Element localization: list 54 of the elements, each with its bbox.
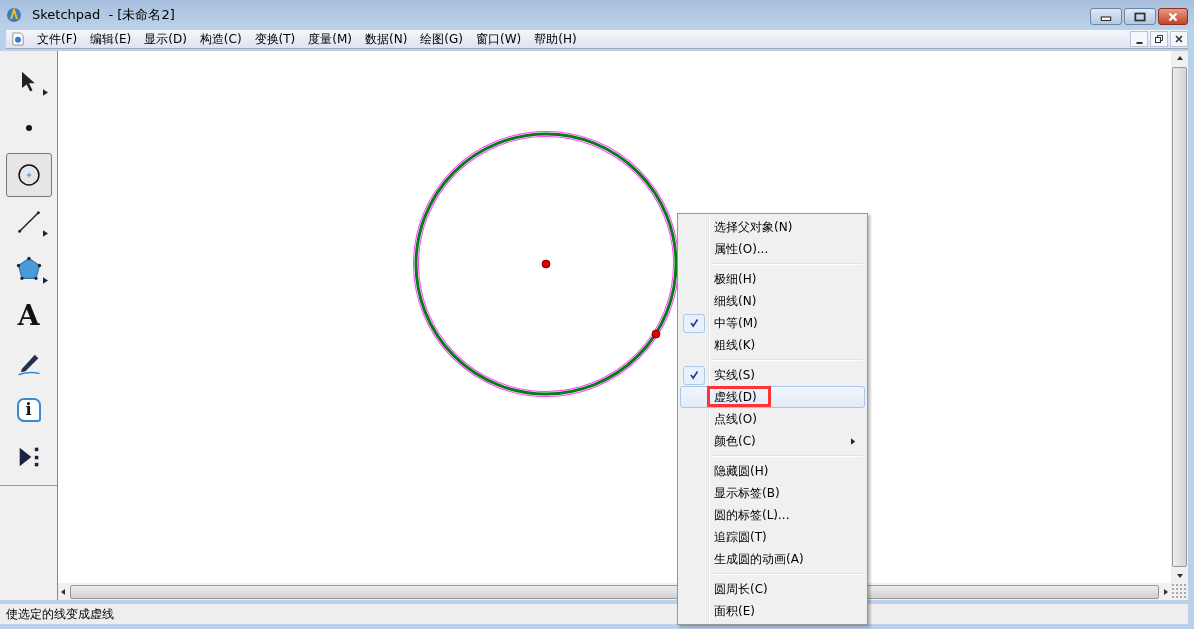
vertical-scrollbar[interactable] bbox=[1171, 51, 1188, 583]
menu-item[interactable]: 构造(C) bbox=[194, 30, 250, 48]
menu-item[interactable]: 生成圆的动画(A) bbox=[680, 548, 865, 570]
restore-icon bbox=[1154, 34, 1164, 44]
menu-item[interactable]: 颜色(C) bbox=[680, 430, 865, 452]
maximize-icon bbox=[1133, 11, 1147, 22]
status-text: 使选定的线变成虚线 bbox=[6, 605, 114, 623]
maximize-button[interactable] bbox=[1124, 8, 1156, 25]
menu-item[interactable]: 变换(T) bbox=[249, 30, 304, 48]
document-icon bbox=[12, 32, 24, 46]
menu-item[interactable]: 窗口(W) bbox=[471, 30, 530, 48]
menu-item[interactable]: 圆周长(C) bbox=[680, 578, 865, 600]
menu-item[interactable]: 编辑(E) bbox=[85, 30, 140, 48]
menu-item[interactable]: 数据(N) bbox=[360, 30, 416, 48]
tool-button[interactable] bbox=[5, 153, 52, 197]
menu-item[interactable]: 圆的标签(L)... bbox=[680, 504, 865, 526]
scrollbar-corner bbox=[1171, 583, 1188, 600]
menu-item[interactable]: 极细(H) bbox=[680, 268, 865, 290]
close-button[interactable] bbox=[1158, 8, 1188, 25]
menu-item[interactable]: 帮助(H) bbox=[529, 30, 585, 48]
text-tool-icon: A bbox=[17, 301, 40, 331]
menu-item[interactable]: 粗线(K) bbox=[680, 334, 865, 356]
pentagon-icon bbox=[14, 255, 43, 283]
minimize-icon bbox=[1135, 41, 1143, 44]
point-icon bbox=[25, 125, 32, 131]
menu-item[interactable]: 属性(O)... bbox=[680, 238, 865, 260]
close-icon bbox=[1174, 34, 1184, 44]
restore-button[interactable] bbox=[1150, 31, 1168, 47]
tool-button[interactable]: A bbox=[5, 294, 52, 338]
menu-item[interactable]: 显示(D) bbox=[139, 30, 195, 48]
menu-item[interactable]: 面积(E) bbox=[680, 600, 865, 622]
menu-item[interactable]: 中等(M) bbox=[680, 312, 865, 334]
menu-item[interactable]: 细线(N) bbox=[680, 290, 865, 312]
minimize-button[interactable] bbox=[1130, 31, 1148, 47]
center-point bbox=[541, 259, 551, 269]
minimize-button[interactable] bbox=[1090, 8, 1122, 25]
close-button[interactable] bbox=[1170, 31, 1188, 47]
app-logo-icon bbox=[6, 7, 22, 23]
menu-item[interactable]: 点线(O) bbox=[680, 408, 865, 430]
radius-point bbox=[651, 329, 661, 339]
menu-item[interactable]: 文件(F) bbox=[32, 30, 86, 48]
menu-item[interactable]: 隐藏圆(H) bbox=[680, 460, 865, 482]
info-icon: i bbox=[16, 398, 41, 422]
menu-item[interactable]: 绘图(G) bbox=[415, 30, 471, 48]
menu-item[interactable]: 追踪圆(T) bbox=[680, 526, 865, 548]
scroll-thumb[interactable] bbox=[1172, 67, 1187, 567]
menu-item[interactable]: 选择父对象(N) bbox=[680, 216, 865, 238]
menu-item[interactable]: 虚线(D) bbox=[680, 386, 865, 408]
menu-item[interactable]: 实线(S) bbox=[680, 364, 865, 386]
menu-item[interactable]: 度量(M) bbox=[303, 30, 360, 48]
tool-button[interactable]: i bbox=[5, 388, 52, 432]
window-title: Sketchpad - [未命名2] bbox=[32, 6, 176, 24]
menu-item[interactable]: 显示标签(B) bbox=[680, 482, 865, 504]
close-icon bbox=[1166, 11, 1180, 22]
